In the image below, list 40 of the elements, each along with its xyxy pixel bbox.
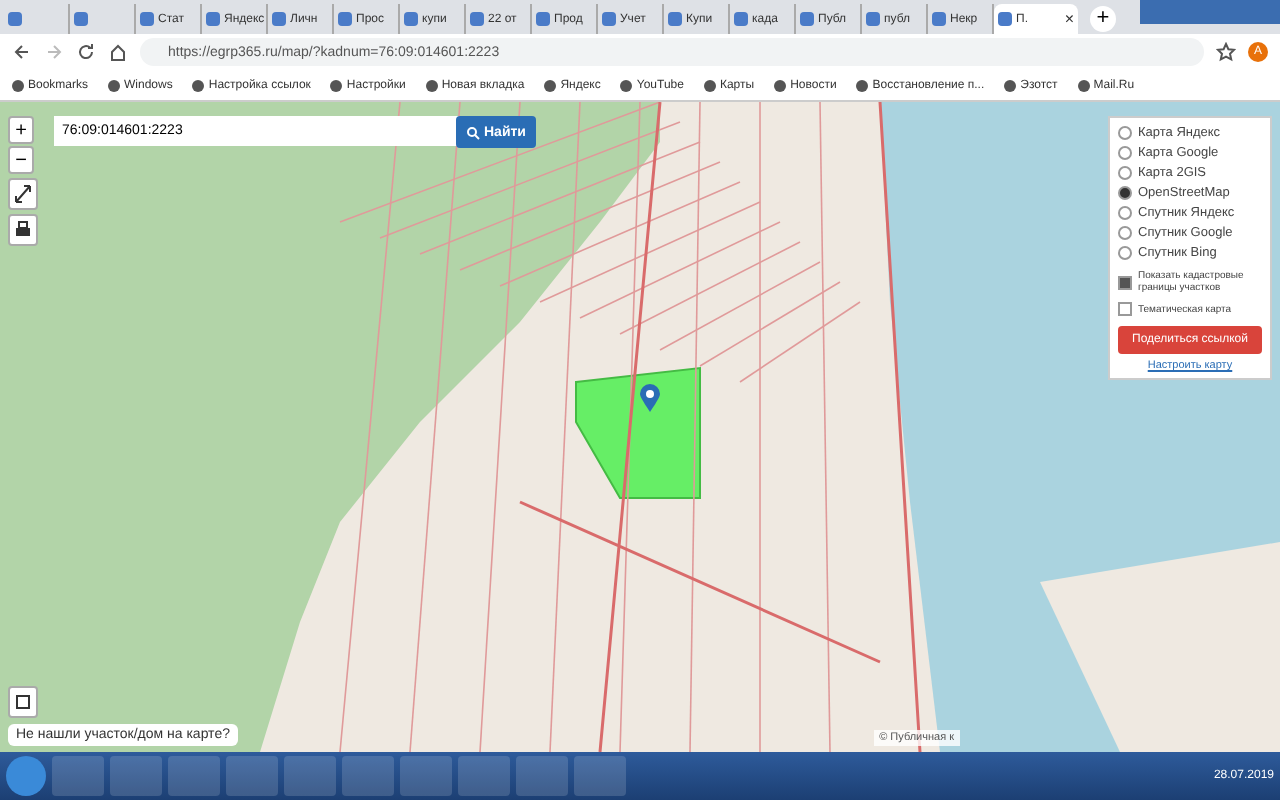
tab-favicon-icon (470, 12, 484, 26)
radio-button[interactable] (1118, 166, 1132, 180)
checkbox[interactable] (1118, 302, 1132, 316)
start-button[interactable] (6, 756, 46, 796)
forward-icon[interactable] (44, 42, 64, 62)
radio-button[interactable] (1118, 146, 1132, 160)
tab-favicon-icon (74, 12, 88, 26)
tab-favicon-icon (404, 12, 418, 26)
tab-favicon-icon (668, 12, 682, 26)
new-tab-button[interactable]: + (1090, 6, 1116, 32)
tab-favicon-icon (998, 12, 1012, 26)
square-icon[interactable] (8, 686, 38, 718)
tab-favicon-icon (866, 12, 880, 26)
radio-button[interactable] (1118, 226, 1132, 240)
tab-favicon-icon (272, 12, 286, 26)
checkbox[interactable] (1118, 275, 1132, 289)
home-icon[interactable] (108, 42, 128, 62)
tab-favicon-icon (140, 12, 154, 26)
radio-button[interactable] (1118, 206, 1132, 220)
radio-button[interactable] (1118, 186, 1132, 200)
back-icon[interactable] (12, 42, 32, 62)
tab-favicon-icon (800, 12, 814, 26)
tab-favicon-icon (338, 12, 352, 26)
reload-icon[interactable] (76, 42, 96, 62)
search-icon (466, 125, 480, 139)
zoom-out-button[interactable]: − (8, 146, 34, 174)
location-pin-icon (640, 384, 660, 412)
print-icon[interactable] (8, 214, 38, 246)
tab-favicon-icon (734, 12, 748, 26)
tab-favicon-icon (8, 12, 22, 26)
radio-button[interactable] (1118, 246, 1132, 260)
tab-favicon-icon (602, 12, 616, 26)
close-tab-button[interactable]: × (1064, 10, 1074, 28)
zoom-in-button[interactable]: + (8, 116, 34, 144)
fullscreen-icon[interactable] (8, 178, 38, 210)
tab-favicon-icon (206, 12, 220, 26)
tab-favicon-icon (932, 12, 946, 26)
tab-favicon-icon (536, 12, 550, 26)
star-icon[interactable] (1216, 42, 1236, 62)
radio-button[interactable] (1118, 126, 1132, 140)
